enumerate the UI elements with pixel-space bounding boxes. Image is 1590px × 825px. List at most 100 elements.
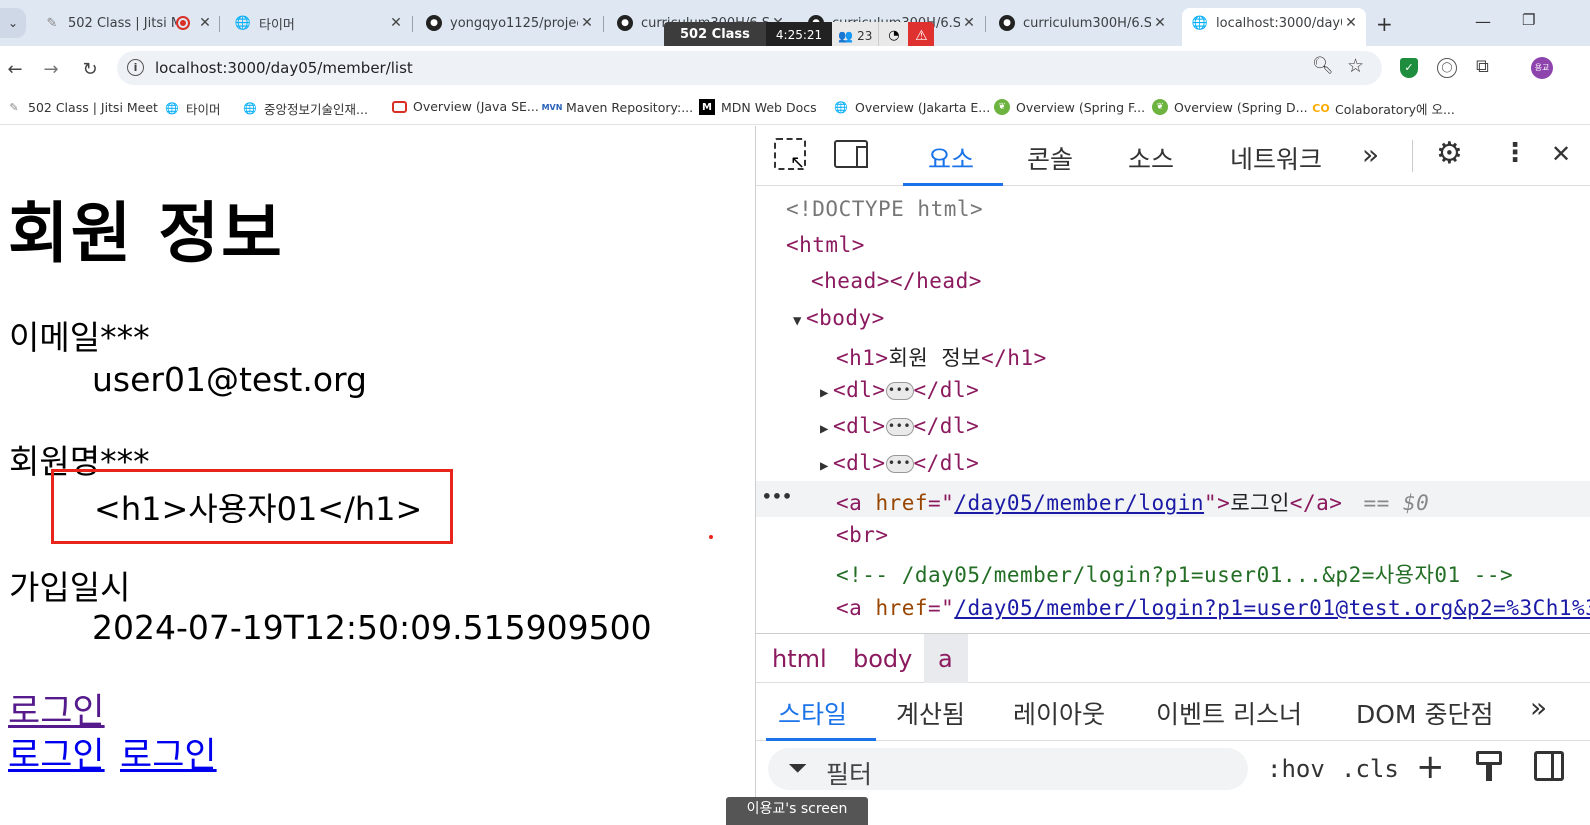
a-open-tag: <a	[836, 491, 876, 515]
dom-dl[interactable]: ▶ <dl> ••• </dl>	[820, 378, 979, 402]
zoom-icon[interactable]: 🔍︎	[1312, 56, 1334, 76]
cls-toggle[interactable]: .cls	[1341, 755, 1399, 783]
collapsed-triangle-icon[interactable]: ▶	[820, 458, 829, 474]
close-tab-icon[interactable]: ✕	[960, 15, 978, 31]
dom-a-selected[interactable]: <a href="/day05/member/login">로그인</a> ==…	[836, 487, 1429, 517]
subtab-layout[interactable]: 레이아웃	[1013, 695, 1105, 731]
login-link[interactable]: 로그인	[8, 727, 105, 778]
forward-button[interactable]: →	[38, 56, 64, 82]
performance-button[interactable]: ◔	[878, 22, 909, 49]
tab-github-curriculum-3[interactable]: ● curriculum300H/6.Spring ✕	[999, 8, 1169, 38]
collapsed-triangle-icon[interactable]: ▶	[820, 385, 829, 401]
extensions-puzzle-icon[interactable]: ⧉	[1476, 56, 1489, 77]
tab-timer[interactable]: 🌐 타이머 ✕	[235, 8, 405, 38]
close-tab-icon[interactable]: ✕	[578, 15, 596, 31]
tab-search-button[interactable]: ⌄	[0, 8, 26, 38]
tab-jitsi[interactable]: ✎ 502 Class | Jitsi Meet ✕	[44, 8, 214, 38]
back-button[interactable]: ←	[2, 56, 28, 82]
bookmark-mdn[interactable]: M MDN Web Docs	[699, 99, 817, 115]
bookmark-jakarta[interactable]: 🌐 Overview (Jakarta E...	[833, 99, 990, 115]
devtools-tab-network[interactable]: 네트워크	[1230, 140, 1322, 176]
new-tab-button[interactable]: +	[1376, 12, 1393, 36]
new-style-rule-plus-icon[interactable]: +	[1416, 747, 1445, 787]
bookmark-label: 중앙정보기술인재...	[264, 102, 368, 117]
arrow-left-icon: ←	[7, 58, 23, 80]
expand-ellipsis[interactable]: •••	[885, 382, 914, 400]
restore-window-button[interactable]: ❐	[1522, 11, 1535, 29]
warning-button[interactable]: ⚠	[908, 22, 935, 49]
tab-label: 요소	[928, 145, 975, 174]
close-tab-icon[interactable]: ✕	[387, 15, 405, 31]
dom-comment[interactable]: <!-- /day05/member/login?p1=user01...&p2…	[836, 559, 1513, 589]
a-close-tag: </a>	[1289, 491, 1343, 515]
settings-gear-icon[interactable]: ⚙	[1436, 136, 1463, 171]
dl-open-tag: <dl>	[832, 378, 886, 402]
subtab-dom-breakpoints[interactable]: DOM 중단점	[1356, 695, 1493, 731]
paint-brush-icon[interactable]	[1476, 751, 1502, 783]
dom-breadcrumb: html body a	[756, 633, 1590, 683]
participants-button[interactable]: 👥 23	[832, 22, 879, 49]
dom-h1[interactable]: <h1>회원 정보</h1>	[836, 342, 1047, 372]
dom-html[interactable]: <html>	[786, 233, 865, 257]
more-subtabs-chevron-icon[interactable]: »	[1530, 691, 1547, 724]
dom-head[interactable]: <head></head>	[811, 269, 982, 293]
tab-github-project[interactable]: ● yongqyo1125/project ✕	[426, 8, 596, 38]
dom-body[interactable]: ▼ <body>	[793, 306, 885, 330]
collapsed-triangle-icon[interactable]: ▶	[820, 421, 829, 437]
href-link[interactable]: /day05/member/login?p1=user01@test.org&p…	[954, 596, 1590, 620]
bookmark-jitsi[interactable]: ✎ 502 Class | Jitsi Meet	[6, 99, 158, 115]
dom-a-2[interactable]: <a href="/day05/member/login?p1=user01@t…	[836, 596, 1590, 620]
expand-ellipsis[interactable]: •••	[885, 418, 914, 436]
close-tab-icon[interactable]: ✕	[196, 15, 214, 31]
breadcrumb-body[interactable]: body	[853, 645, 912, 673]
dom-doctype[interactable]: <!DOCTYPE html>	[786, 197, 983, 221]
subtab-event-listeners[interactable]: 이벤트 리스너	[1156, 695, 1302, 731]
url-text[interactable]: localhost:3000/day05/member/list	[155, 59, 413, 77]
adblock-shield-icon[interactable]: ✓	[1400, 58, 1418, 78]
bookmark-colab[interactable]: CO Colaboratory에 오...	[1312, 99, 1455, 118]
site-info-icon[interactable]: i	[127, 59, 144, 76]
devtools-tab-elements[interactable]: 요소	[903, 126, 1003, 186]
spring-icon: ❦	[1152, 99, 1168, 115]
bookmark-joongang[interactable]: 🌐 중앙정보기술인재...	[242, 99, 368, 118]
close-devtools-icon[interactable]: ✕	[1551, 140, 1571, 168]
reload-icon: ↻	[82, 58, 98, 80]
devtools-tab-sources[interactable]: 소스	[1128, 140, 1174, 176]
bookmark-spring-data[interactable]: ❦ Overview (Spring D...	[1152, 99, 1308, 115]
more-tabs-chevron-icon[interactable]: »	[1362, 138, 1379, 171]
dom-dl[interactable]: ▶ <dl> ••• </dl>	[820, 414, 979, 438]
inspect-element-icon[interactable]: ↖	[774, 138, 806, 173]
address-bar[interactable]: i localhost:3000/day05/member/list 🔍︎ ☆	[117, 51, 1382, 85]
styles-filter-input[interactable]: ⏷ 필터	[768, 748, 1248, 790]
login-link[interactable]: 로그인	[120, 727, 217, 778]
href-link[interactable]: /day05/member/login	[954, 491, 1204, 515]
profile-avatar[interactable]: 용교	[1531, 57, 1553, 79]
expand-ellipsis[interactable]: •••	[885, 455, 914, 473]
hov-toggle[interactable]: :hov	[1267, 755, 1325, 783]
dom-dl[interactable]: ▶ <dl> ••• </dl>	[820, 451, 979, 475]
href-attr: href	[875, 596, 929, 620]
dom-row-menu-ellipsis[interactable]: •••	[762, 487, 792, 506]
tab-localhost-active[interactable]: 🌐 localhost:3000/day05 ✕	[1182, 8, 1366, 46]
devtools-tab-console[interactable]: 콘솔	[1027, 140, 1073, 176]
tab-separator	[219, 16, 220, 32]
bookmark-star-icon[interactable]: ☆	[1347, 55, 1364, 77]
subtab-styles[interactable]: 스타일	[766, 683, 876, 741]
dom-br[interactable]: <br>	[836, 523, 889, 547]
toggle-sidebar-icon[interactable]	[1534, 751, 1564, 781]
reload-button[interactable]: ↻	[77, 56, 103, 82]
expanded-triangle-icon[interactable]: ▼	[793, 313, 802, 329]
bookmark-java-se[interactable]: Overview (Java SE...	[392, 99, 539, 114]
bookmark-spring-framework[interactable]: ❦ Overview (Spring F...	[994, 99, 1145, 115]
breadcrumb-a-selected[interactable]: a	[924, 634, 968, 683]
minimize-window-button[interactable]: —	[1475, 12, 1491, 31]
more-options-kebab-icon[interactable]: ⋮	[1502, 138, 1528, 168]
close-tab-icon[interactable]: ✕	[1342, 15, 1360, 31]
close-tab-icon[interactable]: ✕	[1151, 15, 1169, 31]
breadcrumb-html[interactable]: html	[772, 645, 827, 673]
extension-circle-icon[interactable]: ◯	[1437, 58, 1457, 78]
device-toolbar-icon[interactable]	[834, 140, 868, 168]
subtab-computed[interactable]: 계산됨	[896, 695, 965, 731]
bookmark-timer[interactable]: 🌐 타이머	[164, 99, 220, 118]
bookmark-maven[interactable]: MVN Maven Repository:...	[542, 99, 694, 115]
